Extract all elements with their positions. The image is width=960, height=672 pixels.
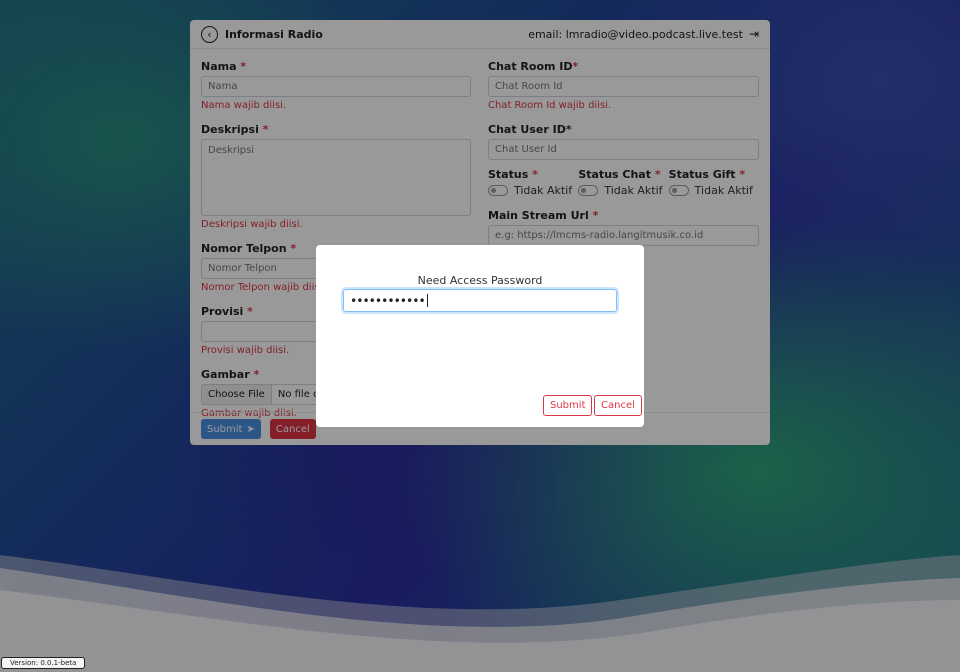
modal-submit-button[interactable]: Submit xyxy=(543,395,593,416)
text-caret xyxy=(426,294,428,307)
version-badge: Version: 0.0.1-beta xyxy=(1,657,86,669)
access-password-input[interactable]: •••••••••••• xyxy=(343,289,617,312)
access-password-modal: Need Access Password •••••••••••• Submit… xyxy=(316,245,644,427)
modal-title: Need Access Password xyxy=(417,274,543,287)
password-value: •••••••••••• xyxy=(350,293,426,308)
modal-cancel-button[interactable]: Cancel xyxy=(594,395,642,416)
